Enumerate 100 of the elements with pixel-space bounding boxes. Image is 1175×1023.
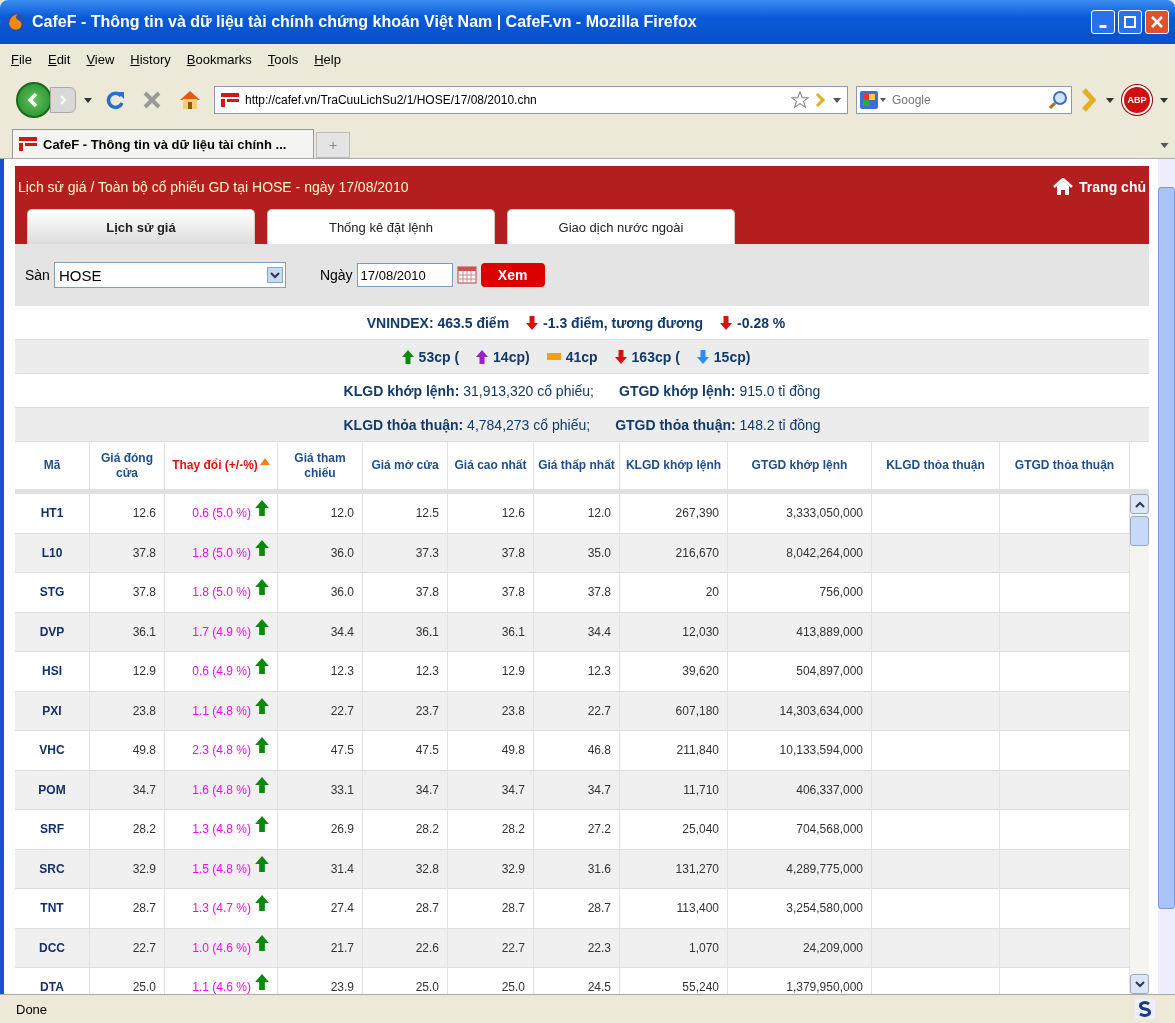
window-title: CafeF - Thông tin và dữ liệu tài chính chứng khoán Việt Nam | CafeF.vn - Mozilla Firefox bbox=[32, 13, 698, 31]
table-scrollbar[interactable] bbox=[1130, 494, 1149, 994]
scrollbar-thumb[interactable] bbox=[1130, 516, 1149, 546]
search-box[interactable]: Google bbox=[856, 86, 1072, 114]
column-header[interactable]: Giá đóng cửa bbox=[90, 442, 165, 489]
column-header[interactable]: KLGD thỏa thuận bbox=[872, 442, 1000, 489]
column-header[interactable]: KLGD khớp lệnh bbox=[620, 442, 728, 489]
stock-code[interactable]: PXI bbox=[15, 691, 90, 730]
summary-text: 163cp ( bbox=[631, 348, 680, 365]
up-arrow-icon bbox=[255, 737, 269, 754]
back-button[interactable] bbox=[16, 82, 52, 118]
stock-code[interactable]: POM bbox=[15, 770, 90, 809]
view-button[interactable]: Xem bbox=[480, 263, 545, 287]
table-cell: 22.6 bbox=[363, 928, 448, 967]
maximize-button[interactable] bbox=[1118, 10, 1142, 34]
scroll-down-button[interactable] bbox=[1130, 974, 1149, 994]
select-value: HOSE bbox=[58, 266, 102, 284]
table-cell: 12.3 bbox=[534, 652, 620, 691]
menu-item[interactable]: Tools bbox=[260, 52, 306, 67]
change-text: 1.1 (4.6 %) bbox=[192, 980, 251, 994]
stock-code[interactable]: SRC bbox=[15, 849, 90, 888]
change-text: 1.3 (4.7 %) bbox=[192, 901, 251, 916]
menu-item[interactable]: History bbox=[123, 52, 178, 67]
stock-code[interactable]: DVP bbox=[15, 612, 90, 651]
stock-code[interactable]: VHC bbox=[15, 731, 90, 770]
table-cell: 267,390 bbox=[620, 494, 728, 533]
change-text: 0.6 (4.9 %) bbox=[192, 664, 251, 679]
column-header[interactable]: Thay đổi (+/-%) bbox=[165, 442, 278, 489]
stock-code[interactable]: DCC bbox=[15, 928, 90, 967]
column-header[interactable]: Mã bbox=[15, 442, 90, 489]
search-icon[interactable] bbox=[1048, 90, 1068, 110]
column-header[interactable]: GTGD thỏa thuận bbox=[1000, 442, 1130, 489]
column-label: KLGD thỏa thuận bbox=[886, 458, 985, 473]
table-cell: 12.6 bbox=[90, 494, 165, 533]
column-label: KLGD khớp lệnh bbox=[625, 458, 722, 473]
summary-text: 53cp ( bbox=[418, 348, 460, 365]
home-link[interactable]: Trang chủ bbox=[1053, 178, 1149, 196]
stock-code[interactable]: TNT bbox=[15, 889, 90, 928]
exchange-select[interactable]: HOSE bbox=[53, 262, 286, 288]
table-cell: 32.9 bbox=[448, 849, 534, 888]
addon-status-icon[interactable] bbox=[1135, 999, 1155, 1019]
star-icon[interactable] bbox=[791, 91, 809, 109]
table-cell: 35.0 bbox=[534, 533, 620, 572]
table-cell: 607,180 bbox=[620, 691, 728, 730]
calendar-icon[interactable] bbox=[456, 266, 477, 284]
table-cell: 23.8 bbox=[448, 691, 534, 730]
page-tab[interactable]: Thống kê đặt lệnh bbox=[267, 209, 495, 244]
column-label: Giá đóng cửa bbox=[100, 451, 154, 480]
page-tab[interactable]: Giao dịch nước ngoài bbox=[507, 209, 735, 244]
minimize-button[interactable] bbox=[1091, 10, 1115, 34]
caret-icon[interactable] bbox=[1106, 97, 1114, 103]
column-label: Giá thấp nhất bbox=[538, 458, 615, 473]
menu-item[interactable]: Bookmarks bbox=[179, 52, 259, 67]
adblock-button[interactable]: ABP bbox=[1122, 85, 1152, 115]
table-cell: 704,568,000 bbox=[728, 810, 872, 849]
caret-icon[interactable] bbox=[833, 97, 841, 103]
stock-code[interactable]: DTA bbox=[15, 968, 90, 994]
summary-text: VNINDEX: 463.5 điểm bbox=[366, 314, 510, 331]
address-bar[interactable]: http://cafef.vn/TraCuuLichSu2/1/HOSE/17/08/2010.chn bbox=[214, 86, 848, 114]
table-cell: 32.8 bbox=[363, 849, 448, 888]
table-cell: 39,620 bbox=[620, 652, 728, 691]
down-arrow-icon bbox=[696, 349, 709, 364]
table-cell: 8,042,264,000 bbox=[728, 533, 872, 572]
date-field[interactable]: 17/08/2010 bbox=[356, 263, 453, 287]
page-tab[interactable]: Lịch sử giá bbox=[27, 209, 255, 244]
browser-tab[interactable]: CafeF - Thông tin và dữ liệu tài chính ... bbox=[12, 129, 314, 158]
column-header[interactable]: Giá thấp nhất bbox=[534, 442, 620, 489]
menu-item[interactable]: View bbox=[79, 52, 122, 67]
url-text: http://cafef.vn/TraCuuLichSu2/1/HOSE/17/08/2010.chn bbox=[245, 93, 538, 107]
stock-code[interactable]: STG bbox=[15, 573, 90, 612]
column-header[interactable]: Giá mở cửa bbox=[363, 442, 448, 489]
up-arrow-icon bbox=[255, 500, 269, 517]
stock-code[interactable]: L10 bbox=[15, 533, 90, 572]
summary-text: 41cp bbox=[565, 348, 598, 365]
breadcrumb: Lịch sử giá / Toàn bộ cổ phiếu GD tại HOSE - ngày 17/08/2010 bbox=[18, 179, 409, 195]
stock-code[interactable]: SRF bbox=[15, 810, 90, 849]
menu-item[interactable]: Help bbox=[307, 52, 348, 67]
stock-code[interactable]: HT1 bbox=[15, 494, 90, 533]
column-header[interactable]: Giá tham chiếu bbox=[278, 442, 363, 489]
column-header[interactable]: GTGD khớp lệnh bbox=[728, 442, 872, 489]
close-button[interactable] bbox=[1145, 10, 1169, 34]
caret-icon[interactable] bbox=[1160, 143, 1169, 148]
stock-code[interactable]: HSI bbox=[15, 652, 90, 691]
menu-item[interactable]: File bbox=[4, 52, 39, 67]
menu-item[interactable]: Edit bbox=[40, 52, 78, 67]
table-cell: 28.2 bbox=[363, 810, 448, 849]
up-arrow-icon bbox=[255, 697, 269, 714]
caret-icon[interactable] bbox=[84, 97, 92, 103]
table-cell: 28.7 bbox=[90, 889, 165, 928]
search-engine-icon[interactable] bbox=[860, 91, 886, 109]
table-cell: 36.0 bbox=[278, 573, 363, 612]
scroll-up-button[interactable] bbox=[1130, 494, 1149, 514]
home-icon[interactable] bbox=[178, 89, 202, 111]
table-cell: 12.6 bbox=[448, 494, 534, 533]
table-cell: 31.4 bbox=[278, 849, 363, 888]
reload-icon[interactable] bbox=[104, 89, 126, 111]
totals-text: KLGD thỏa thuận: 4,784,273 cổ phiếu; bbox=[343, 416, 591, 433]
sort-ascending-icon bbox=[259, 458, 270, 465]
column-header[interactable]: Giá cao nhất bbox=[448, 442, 534, 489]
caret-icon[interactable] bbox=[1160, 97, 1168, 103]
